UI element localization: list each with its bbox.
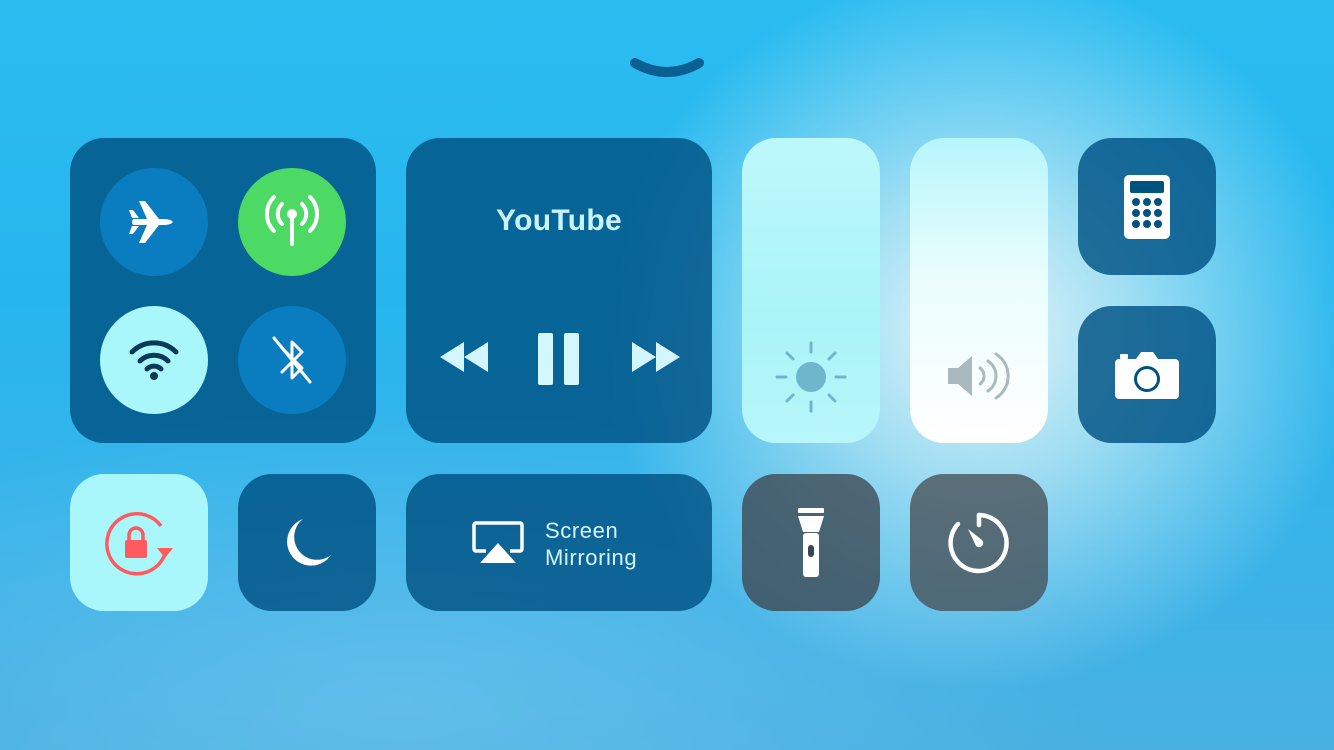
calculator-icon — [1124, 174, 1170, 239]
volume-slider[interactable] — [910, 138, 1048, 443]
bluetooth-toggle[interactable] — [238, 306, 346, 414]
screen-mirroring-button[interactable]: Screen Mirroring — [406, 474, 712, 611]
airplane-mode-toggle[interactable] — [100, 168, 208, 276]
moon-icon — [287, 518, 331, 566]
fast-forward-icon[interactable] — [630, 340, 682, 374]
screen-mirroring-label-line2: Mirroring — [545, 545, 638, 570]
media-player-panel[interactable]: YouTube — [406, 138, 712, 443]
rotation-lock-icon — [105, 511, 173, 575]
cellular-antenna-icon — [264, 195, 320, 246]
chevron-down-icon[interactable] — [630, 56, 704, 82]
bluetooth-off-icon — [272, 336, 312, 384]
calculator-button[interactable] — [1078, 138, 1216, 275]
pause-icon[interactable] — [537, 332, 581, 386]
timer-icon — [948, 512, 1009, 573]
orientation-lock-toggle[interactable] — [70, 474, 208, 611]
speaker-icon — [948, 352, 1010, 400]
flashlight-button[interactable] — [742, 474, 880, 611]
timer-button[interactable] — [910, 474, 1048, 611]
connectivity-panel — [70, 138, 376, 443]
brightness-slider[interactable] — [742, 138, 880, 443]
camera-icon — [1115, 351, 1179, 399]
screen-mirroring-label-line1: Screen — [545, 518, 619, 543]
camera-button[interactable] — [1078, 306, 1216, 443]
wifi-toggle[interactable] — [100, 306, 208, 414]
airplane-icon — [129, 201, 173, 243]
cellular-data-toggle[interactable] — [238, 168, 346, 276]
flashlight-icon — [798, 507, 824, 577]
sun-icon — [775, 341, 847, 413]
now-playing-title: YouTube — [496, 204, 622, 237]
airplay-icon — [472, 521, 524, 563]
rewind-icon[interactable] — [438, 340, 490, 374]
do-not-disturb-toggle[interactable] — [238, 474, 376, 611]
wifi-icon — [129, 340, 179, 380]
